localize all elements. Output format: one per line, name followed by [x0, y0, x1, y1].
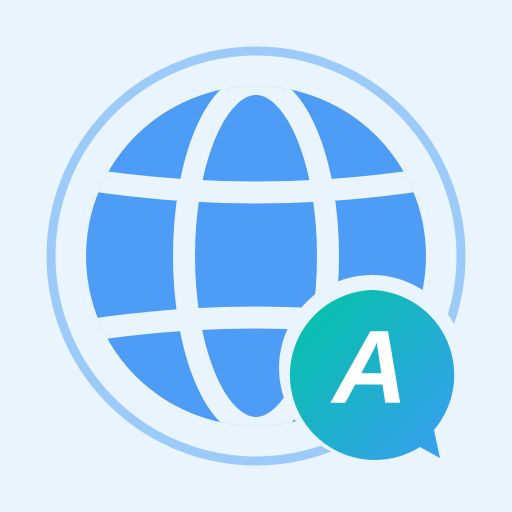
bubble-letter: A — [329, 310, 407, 426]
translate-app-icon: A — [0, 0, 512, 512]
speech-bubble-icon: A — [279, 275, 465, 461]
icon-canvas: A — [0, 0, 512, 512]
